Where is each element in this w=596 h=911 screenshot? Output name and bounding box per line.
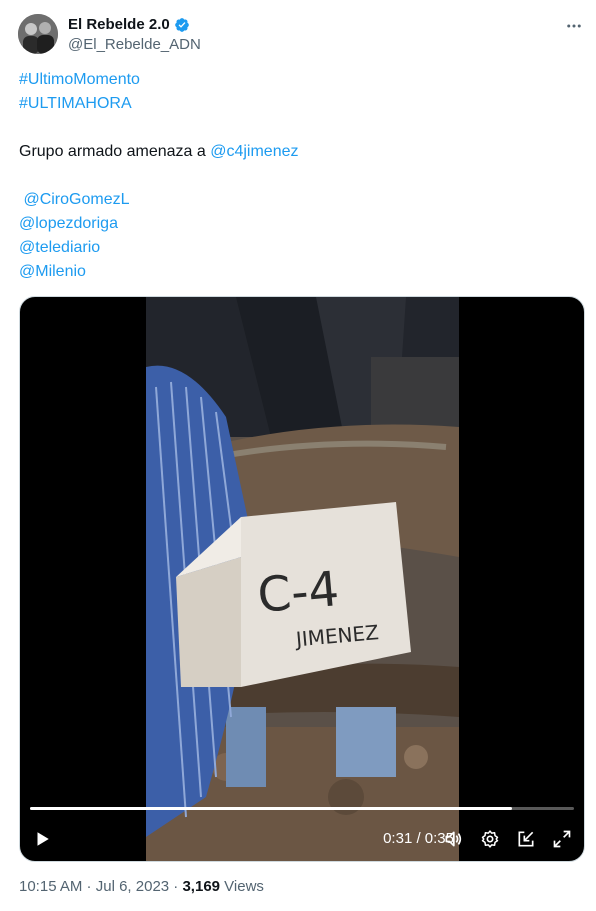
author-name-row[interactable]: El Rebelde 2.0 [68,16,190,33]
hashtag-ultimahora[interactable]: #ULTIMAHORA [19,92,579,116]
hashtag-ultimomomento[interactable]: #UltimoMomento [19,68,579,92]
volume-icon[interactable] [441,827,465,851]
video-progress-fill [30,807,512,810]
fullscreen-icon[interactable] [550,827,574,851]
mention-cirogomezl[interactable]: @CiroGomezL [19,188,579,212]
video-frame[interactable]: C-4 JIMENEZ [146,297,459,861]
tweet-text: #UltimoMomento #ULTIMAHORA Grupo armado … [19,68,579,284]
video-player[interactable]: C-4 JIMENEZ 0:31 / 0:35 [19,296,585,862]
display-name[interactable]: El Rebelde 2.0 [68,16,170,33]
meta-separator: · [169,878,183,895]
pip-icon[interactable] [514,827,538,851]
verified-badge-icon [174,17,189,32]
video-controls: 0:31 / 0:35 [20,821,584,857]
tweet-time[interactable]: 10:15 AM [19,878,82,895]
tweet-body-line: Grupo armado amenaza a @c4jimenez [19,140,579,164]
author-handle[interactable]: @El_Rebelde_ADN [68,36,201,53]
views-count: 3,169 [182,878,221,895]
meta-separator: · [82,878,96,895]
tweet-body-text: Grupo armado amenaza a [19,143,211,160]
views-label: Views [220,878,264,895]
mention-milenio[interactable]: @Milenio [19,260,579,284]
tweet-date[interactable]: Jul 6, 2023 [96,878,169,895]
play-icon[interactable] [30,827,54,851]
more-options-icon[interactable] [564,16,584,36]
avatar[interactable] [18,14,58,54]
mention-telediario[interactable]: @telediario [19,236,579,260]
mention-c4jimenez[interactable]: @c4jimenez [210,143,298,160]
settings-icon[interactable] [478,827,502,851]
video-progress-bar[interactable] [30,807,574,810]
tweet-meta: 10:15 AM · Jul 6, 2023 · 3,169 Views [19,878,264,895]
svg-text:C-4: C-4 [255,561,341,624]
mention-lopezdoriga[interactable]: @lopezdoriga [19,212,579,236]
tweet-header: El Rebelde 2.0 @El_Rebelde_ADN [18,12,588,58]
